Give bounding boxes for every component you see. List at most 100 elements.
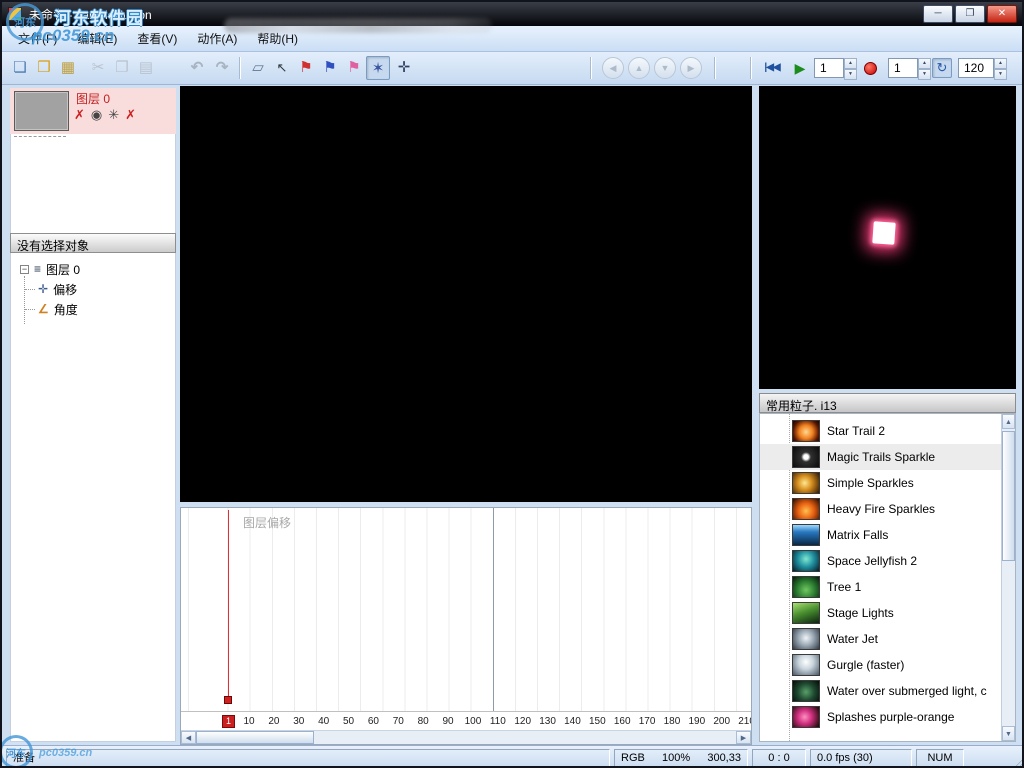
list-item[interactable]: Gurgle (faster): [760, 652, 1001, 678]
select-tool-icon[interactable]: ↖: [270, 56, 294, 80]
list-item[interactable]: Water Jet: [760, 626, 1001, 652]
scroll-down-icon[interactable]: ▼: [1002, 726, 1015, 741]
list-item[interactable]: Water over submerged light, c: [760, 678, 1001, 704]
playhead-handle[interactable]: [224, 696, 232, 704]
timeline-divider: [493, 508, 494, 711]
stage-shape-icon[interactable]: ▱: [246, 56, 270, 80]
tree-node-offset[interactable]: ✛ 偏移: [10, 279, 176, 299]
pink-flag-icon[interactable]: ⚑: [342, 56, 366, 80]
layer-cross-icon[interactable]: ✗: [74, 107, 85, 123]
record-indicator-icon[interactable]: ●: [864, 62, 877, 75]
list-item[interactable]: Space Jellyfish 2: [760, 548, 1001, 574]
particle-thumbnail: [792, 524, 820, 546]
layer-sparkle-icon[interactable]: ✳: [108, 107, 119, 123]
current-frame-stepper[interactable]: ▲ ▼: [844, 58, 857, 78]
ruler-tick: 90: [437, 716, 459, 727]
paste-icon: ▤: [134, 56, 158, 80]
list-item[interactable]: Tree 1: [760, 574, 1001, 600]
loop-toggle-icon[interactable]: ↻: [932, 58, 952, 78]
start-frame-stepper[interactable]: ▲ ▼: [918, 58, 931, 78]
tree-node-layer[interactable]: − ≡ 图层 0: [10, 259, 176, 279]
ruler-tick: 160: [611, 716, 633, 727]
library-header[interactable]: 常用粒子. i13: [759, 393, 1016, 413]
resize-grip[interactable]: [1011, 755, 1024, 768]
end-frame-stepper[interactable]: ▲ ▼: [994, 58, 1007, 78]
list-item[interactable]: Heavy Fire Sparkles: [760, 496, 1001, 522]
save-icon[interactable]: ▦: [56, 56, 80, 80]
spin-down-icon[interactable]: ▼: [844, 69, 857, 80]
ruler-tick: 130: [537, 716, 559, 727]
list-item[interactable]: Simple Sparkles: [760, 470, 1001, 496]
emitter-tool-icon[interactable]: ✶: [366, 56, 390, 80]
undo-icon: ↶: [185, 56, 209, 80]
menu-view[interactable]: 查看(V): [127, 26, 187, 51]
ruler-tick: 190: [686, 716, 708, 727]
particle-thumbnail: [792, 628, 820, 650]
current-frame-input[interactable]: 1: [814, 58, 844, 78]
blue-flag-icon[interactable]: ⚑: [318, 56, 342, 80]
hierarchy-tree: − ≡ 图层 0 ✛ 偏移 ∠ 角度: [10, 259, 176, 319]
list-item[interactable]: Splashes purple-orange: [760, 704, 1001, 730]
open-folder-icon[interactable]: ❒: [32, 56, 56, 80]
ruler-tick: 120: [512, 716, 534, 727]
list-item[interactable]: Star Trail 2: [760, 418, 1001, 444]
layer-cross2-icon[interactable]: ✗: [125, 107, 136, 123]
timeline-scrollbar[interactable]: ◀ ▶: [181, 730, 751, 744]
particle-label: Stage Lights: [827, 606, 894, 620]
collapse-icon[interactable]: −: [20, 265, 29, 274]
tree-node-label: 角度: [54, 301, 78, 318]
start-frame-input[interactable]: 1: [888, 58, 918, 78]
current-frame-marker: 1: [222, 715, 235, 728]
layer-name: 图层 0: [76, 90, 110, 107]
spin-down-icon[interactable]: ▼: [918, 69, 931, 80]
particle-thumbnail: [792, 498, 820, 520]
skip-to-start-button[interactable]: |◀◀: [758, 58, 786, 78]
spin-up-icon[interactable]: ▲: [844, 58, 857, 69]
toolbar: ❏ ❒ ▦ ✂ ❐ ▤ ↶ ↷ ▱ ↖ ⚑ ⚑ ⚑ ✶ ✛ ◀ ▲ ▼ ▶ |◀…: [2, 52, 1022, 85]
spin-up-icon[interactable]: ▲: [918, 58, 931, 69]
move-tool-icon[interactable]: ✛: [392, 56, 416, 80]
ruler-tick: 10: [238, 716, 260, 727]
layer-strip[interactable]: 图层 0 ✗ ◉ ✳ ✗: [10, 88, 176, 134]
scrollbar-thumb[interactable]: [1002, 431, 1015, 561]
particle-thumbnail: [792, 446, 820, 468]
end-frame-input[interactable]: 120: [958, 58, 994, 78]
list-item[interactable]: Matrix Falls: [760, 522, 1001, 548]
list-item[interactable]: Stage Lights: [760, 600, 1001, 626]
layer-circle-icon[interactable]: ◉: [91, 107, 102, 123]
nav-down-icon: ▼: [654, 57, 676, 79]
spin-down-icon[interactable]: ▼: [994, 69, 1007, 80]
menu-edit[interactable]: 编辑(E): [67, 26, 127, 51]
ruler-tick: 40: [313, 716, 335, 727]
ruler-tick: 50: [338, 716, 360, 727]
scrollbar-thumb[interactable]: [196, 731, 314, 744]
red-flag-icon[interactable]: ⚑: [294, 56, 318, 80]
ruler-tick: 210: [736, 716, 752, 727]
status-time: 0 : 0: [752, 749, 806, 767]
tree-node-angle[interactable]: ∠ 角度: [10, 299, 176, 319]
scroll-left-icon[interactable]: ◀: [181, 731, 196, 744]
list-item-selected[interactable]: Magic Trails Sparkle: [760, 444, 1001, 470]
layer-thumbnail[interactable]: [14, 91, 69, 131]
ruler-tick: 100: [462, 716, 484, 727]
status-ready: 准备: [6, 749, 610, 767]
particle-thumbnail: [792, 420, 820, 442]
particle-label: Matrix Falls: [827, 528, 888, 542]
status-numlock: NUM: [916, 749, 964, 767]
play-button[interactable]: ▶: [790, 57, 810, 79]
new-project-icon[interactable]: ❏: [8, 56, 32, 80]
ruler-tick: 110: [487, 716, 509, 727]
layer-icon: ≡: [34, 262, 41, 276]
scroll-right-icon[interactable]: ▶: [736, 731, 751, 744]
library-scrollbar[interactable]: ▲ ▼: [1001, 414, 1015, 741]
particle-label: Gurgle (faster): [827, 658, 904, 672]
close-button[interactable]: ✕: [987, 5, 1017, 23]
menu-file[interactable]: 文件(F): [8, 26, 67, 51]
timeline-graph-label: 图层偏移: [243, 514, 291, 531]
maximize-button[interactable]: ❐: [955, 5, 985, 23]
minimize-button[interactable]: ─: [923, 5, 953, 23]
spin-up-icon[interactable]: ▲: [994, 58, 1007, 69]
stage-canvas[interactable]: [180, 86, 752, 502]
scroll-up-icon[interactable]: ▲: [1002, 414, 1015, 429]
timeline-panel[interactable]: 图层偏移 1 10 20 30 40 50 60 70 80 90 100 11…: [180, 507, 752, 745]
